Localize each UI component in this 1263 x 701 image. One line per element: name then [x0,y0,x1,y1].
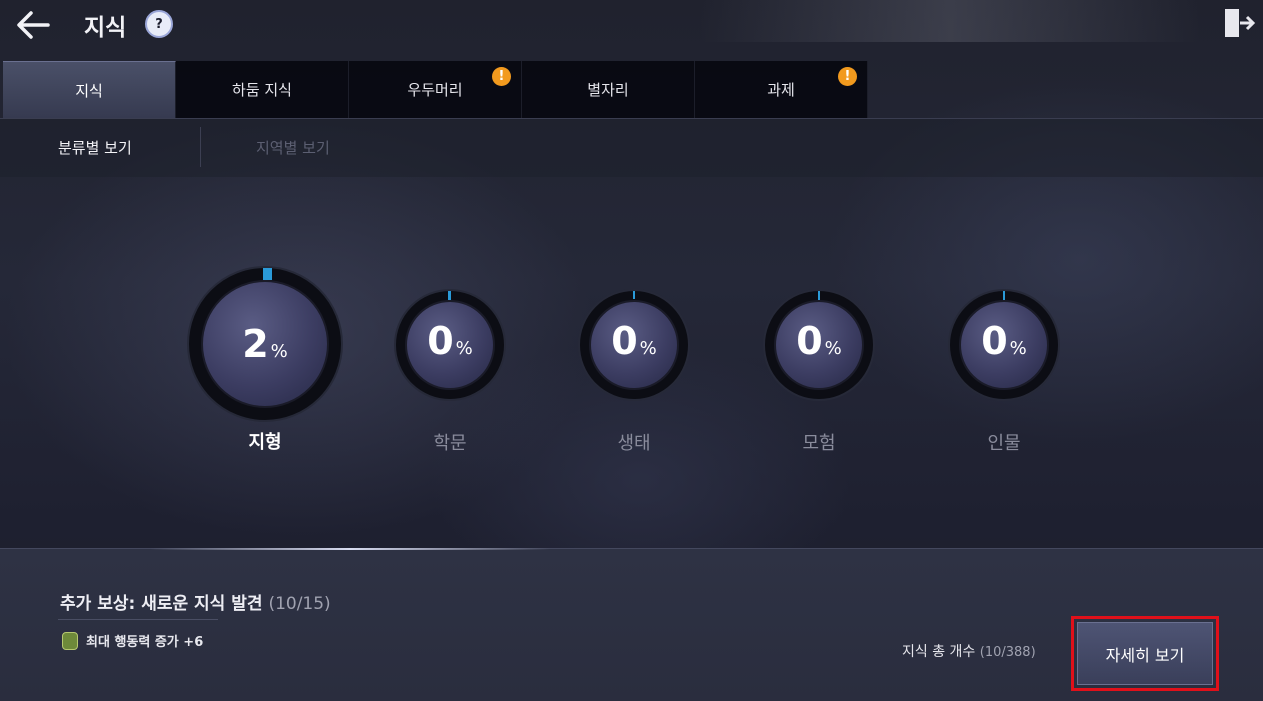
back-arrow-icon [17,11,50,39]
header: 지식 ? [0,0,1263,52]
progress-indicator [448,291,451,300]
category-percent: 2% [242,322,288,366]
tab-label: 지식 [75,81,103,100]
category-ecology[interactable]: 0% 생태 [578,289,690,454]
category-academics[interactable]: 0% 학문 [394,289,506,454]
tab-label: 하둠 지식 [232,81,292,99]
reward-divider [58,619,218,620]
category-people[interactable]: 0% 인물 [948,289,1060,454]
view-details-button[interactable]: 자세히 보기 [1077,622,1213,685]
header-decoration [700,0,1200,42]
category-terrain[interactable]: 2% 지형 [187,266,343,456]
category-label: 인물 [987,433,1021,454]
page-title: 지식 [84,15,127,41]
back-button[interactable] [14,8,52,42]
alert-badge-icon: ! [838,67,857,86]
help-glyph: ? [155,16,163,32]
tab-boss[interactable]: 우두머리 ! [349,61,522,118]
progress-indicator [633,291,635,299]
reward-panel: 추가 보상: 새로운 지식 발견 (10/15) 최대 행동력 증가 +6 지식… [0,548,1263,701]
progress-indicator [263,268,272,280]
category-label: 지형 [248,432,282,453]
tab-label: 과제 [767,81,795,99]
progress-indicator [1003,291,1005,300]
panel-glow-line [150,548,550,550]
main-tabs: 지식 하둠 지식 우두머리 ! 별자리 과제 ! [3,61,868,118]
category-label: 생태 [617,433,651,454]
category-percent: 0% [427,319,473,363]
category-percent: 0% [981,319,1027,363]
help-book-icon[interactable]: ? [145,10,173,38]
category-percent: 0% [796,319,842,363]
tab-knowledge[interactable]: 지식 [3,61,176,118]
exit-icon [1225,9,1256,37]
reward-item: 최대 행동력 증가 +6 [62,631,203,650]
tab-hadum-knowledge[interactable]: 하둠 지식 [176,61,349,118]
category-adventure[interactable]: 0% 모험 [763,289,875,454]
subtab-divider [200,127,201,167]
exit-button[interactable] [1222,6,1256,40]
category-percent: 0% [611,319,657,363]
action-power-icon [62,631,78,650]
view-mode-tabs: 분류별 보기 지역별 보기 [0,119,1263,177]
tab-constellation[interactable]: 별자리 [522,61,695,118]
reward-progress-count: (10/15) [268,594,331,614]
reward-title-text: 추가 보상: 새로운 지식 발견 [60,594,263,614]
knowledge-total: 지식 총 개수 (10/388) [902,641,1036,661]
category-label: 모험 [802,433,836,454]
knowledge-total-label: 지식 총 개수 [902,644,976,660]
category-label: 학문 [433,433,467,454]
subtab-by-region[interactable]: 지역별 보기 [256,137,330,158]
tab-label: 별자리 [587,81,629,99]
knowledge-total-count: (10/388) [979,645,1036,660]
subtab-by-category[interactable]: 분류별 보기 [58,137,132,158]
progress-indicator [818,291,820,300]
tab-label: 우두머리 [407,81,463,99]
reward-item-text: 최대 행동력 증가 +6 [86,635,204,650]
reward-title: 추가 보상: 새로운 지식 발견 (10/15) [60,589,331,614]
tab-task[interactable]: 과제 ! [695,61,868,118]
alert-badge-icon: ! [492,67,511,86]
